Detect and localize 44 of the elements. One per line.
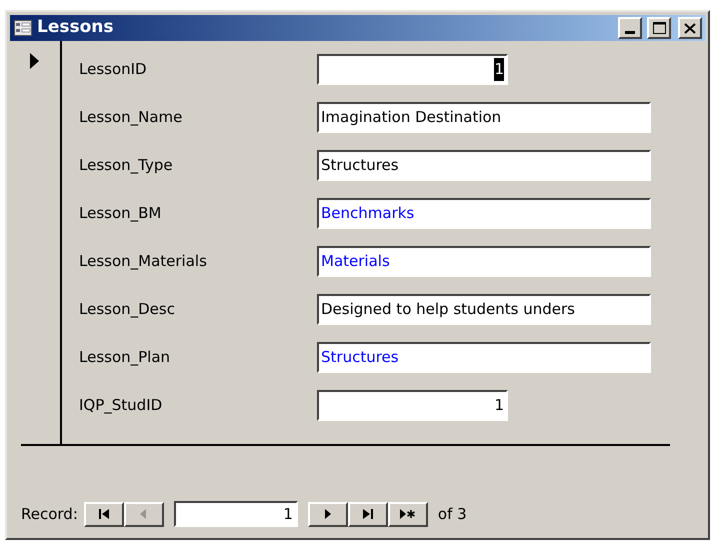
last-record-button[interactable] xyxy=(348,502,388,526)
field-value: Imagination Destination xyxy=(321,107,502,128)
field-value: 1 xyxy=(494,58,504,81)
form-icon xyxy=(14,20,32,36)
input-field[interactable]: Structures xyxy=(317,342,651,373)
field-label: Lesson_Desc xyxy=(79,299,176,320)
field-label: IQP_StudID xyxy=(79,395,164,416)
last-record-icon xyxy=(362,509,374,519)
input-field[interactable]: Materials xyxy=(317,246,651,277)
field-value: Benchmarks xyxy=(321,203,414,224)
field-label: Lesson_Type xyxy=(79,155,174,176)
new-record-button[interactable] xyxy=(388,502,428,526)
field-label: Lesson_Materials xyxy=(79,251,208,272)
first-record-icon xyxy=(98,509,110,519)
close-button[interactable] xyxy=(678,17,702,39)
input-field[interactable]: 1 xyxy=(317,390,508,421)
field-label: Lesson_Plan xyxy=(79,347,172,368)
record-number-field[interactable]: 1 xyxy=(174,501,298,527)
previous-icon xyxy=(140,509,148,519)
field-value: Structures xyxy=(321,347,399,368)
input-field[interactable]: 1 xyxy=(317,54,508,85)
field-value: 1 xyxy=(494,395,504,416)
input-field[interactable]: Structures xyxy=(317,150,651,181)
field-label: LessonID xyxy=(79,59,148,80)
field-label: Lesson_Name xyxy=(79,107,184,128)
minimize-icon xyxy=(625,31,635,34)
input-field[interactable]: Designed to help students unders xyxy=(317,294,651,325)
next-icon xyxy=(324,509,332,519)
minimize-button[interactable] xyxy=(618,17,642,39)
record-label: Record: xyxy=(21,504,78,525)
input-field[interactable]: Imagination Destination xyxy=(317,102,651,133)
field-label: Lesson_BM xyxy=(79,203,162,224)
first-record-button[interactable] xyxy=(84,502,124,526)
close-icon xyxy=(684,22,696,34)
field-value: Structures xyxy=(321,155,399,176)
maximize-icon xyxy=(652,22,666,34)
field-value: Designed to help students unders xyxy=(321,299,575,320)
record-count: of 3 xyxy=(438,504,467,525)
next-record-button[interactable] xyxy=(308,502,348,526)
field-value: Materials xyxy=(321,251,390,272)
input-field[interactable]: Benchmarks xyxy=(317,198,651,229)
window-title: Lessons xyxy=(37,16,114,40)
maximize-button[interactable] xyxy=(647,17,671,39)
new-record-icon xyxy=(400,509,416,519)
